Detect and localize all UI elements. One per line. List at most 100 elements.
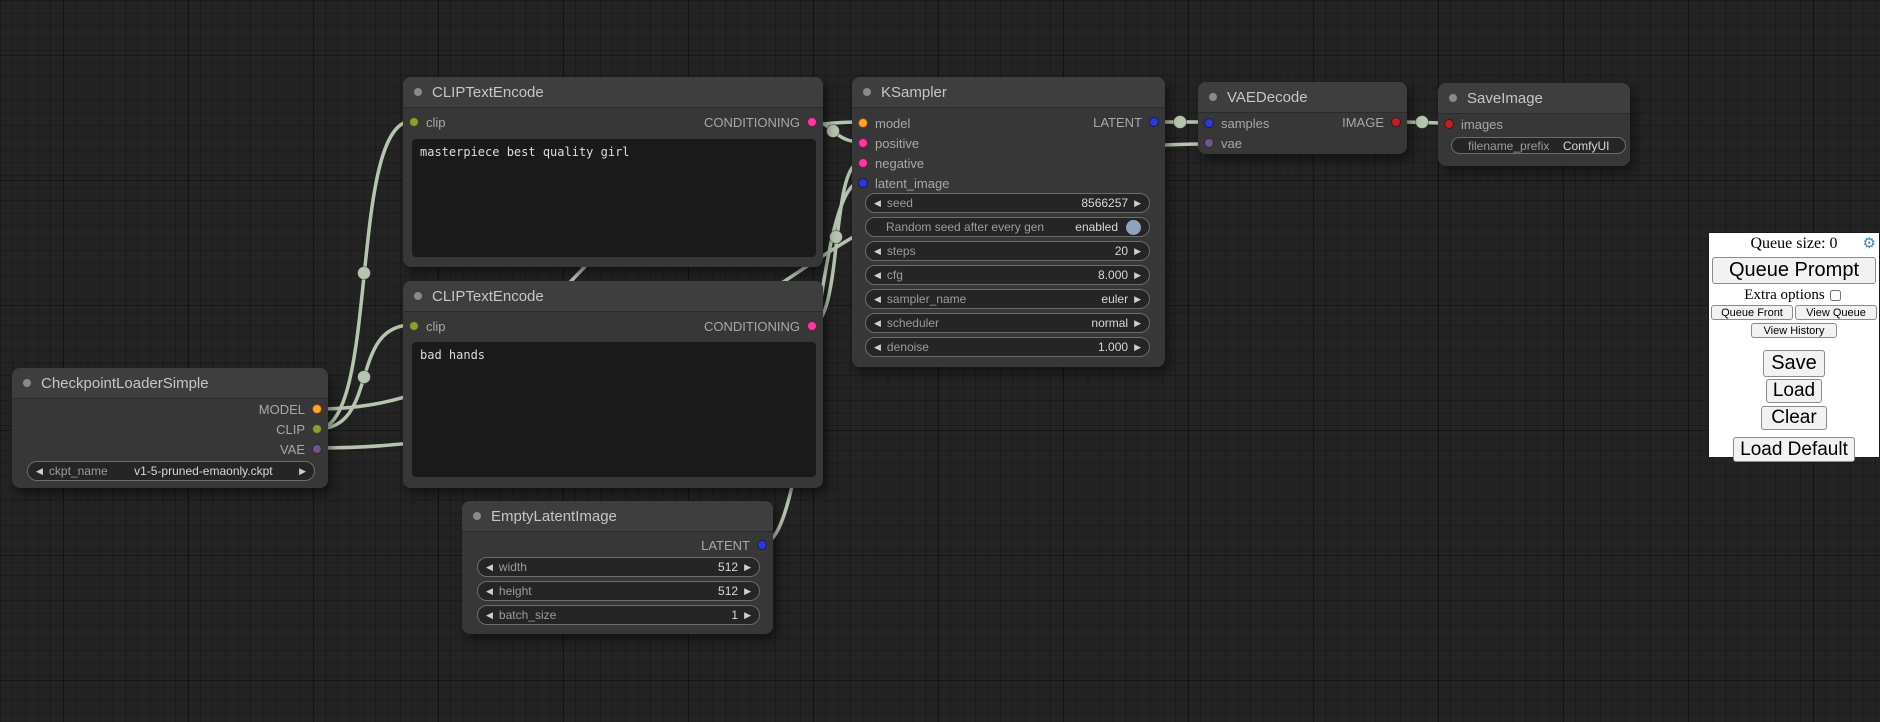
height-widget[interactable]: ◀ height 512 ▶ bbox=[477, 581, 760, 601]
queue-front-button[interactable]: Queue Front bbox=[1711, 305, 1793, 320]
widget-label: Random seed after every gen bbox=[886, 220, 1044, 234]
node-status-icon bbox=[472, 511, 482, 521]
increment-arrow-icon[interactable]: ▶ bbox=[1134, 319, 1141, 328]
node-clip-text-encode-negative[interactable]: CLIPTextEncode clip CONDITIONING bad han… bbox=[403, 281, 823, 488]
widget-value: 8566257 bbox=[1081, 196, 1128, 210]
node-status-icon bbox=[22, 378, 32, 388]
scheduler-widget[interactable]: ◀ scheduler normal ▶ bbox=[865, 313, 1150, 333]
toggle-knob-icon[interactable] bbox=[1126, 220, 1141, 235]
output-slot-latent: LATENT bbox=[1019, 112, 1165, 132]
positive-input-dot[interactable] bbox=[858, 138, 868, 148]
slot-label: IMAGE bbox=[1342, 115, 1384, 130]
decrement-arrow-icon[interactable]: ◀ bbox=[486, 611, 493, 620]
input-slot-latent-image: latent_image bbox=[852, 173, 1165, 193]
decrement-arrow-icon[interactable]: ◀ bbox=[874, 199, 881, 208]
clear-button[interactable]: Clear bbox=[1761, 406, 1827, 430]
negative-prompt-textarea[interactable]: bad hands bbox=[412, 342, 816, 477]
steps-widget[interactable]: ◀ steps 20 ▶ bbox=[865, 241, 1150, 261]
increment-arrow-icon[interactable]: ▶ bbox=[1134, 295, 1141, 304]
node-status-icon bbox=[862, 87, 872, 97]
gear-icon[interactable]: ⚙ bbox=[1863, 234, 1876, 253]
increment-arrow-icon[interactable]: ▶ bbox=[1134, 343, 1141, 352]
vae-output-dot[interactable] bbox=[312, 444, 322, 454]
vae-input-dot[interactable] bbox=[1204, 138, 1214, 148]
negative-input-dot[interactable] bbox=[858, 158, 868, 168]
node-title-bar[interactable]: CLIPTextEncode bbox=[403, 77, 823, 108]
image-output-dot[interactable] bbox=[1391, 117, 1401, 127]
conditioning-output-dot[interactable] bbox=[807, 117, 817, 127]
increment-arrow-icon[interactable]: ▶ bbox=[1134, 247, 1141, 256]
clip-input-dot[interactable] bbox=[409, 117, 419, 127]
queue-prompt-button[interactable]: Queue Prompt bbox=[1712, 257, 1876, 284]
model-input-dot[interactable] bbox=[858, 118, 868, 128]
node-save-image[interactable]: SaveImage images filename_prefix ComfyUI bbox=[1438, 83, 1630, 166]
node-clip-text-encode-positive[interactable]: CLIPTextEncode clip CONDITIONING masterp… bbox=[403, 77, 823, 267]
node-title-bar[interactable]: KSampler bbox=[852, 77, 1165, 108]
samples-input-dot[interactable] bbox=[1204, 118, 1214, 128]
latent-output-dot[interactable] bbox=[757, 540, 767, 550]
node-empty-latent-image[interactable]: EmptyLatentImage LATENT ◀ width 512 ▶ ◀ … bbox=[462, 501, 773, 634]
widget-label: width bbox=[499, 560, 527, 574]
view-history-button[interactable]: View History bbox=[1751, 323, 1837, 338]
view-queue-button[interactable]: View Queue bbox=[1795, 305, 1877, 320]
decrement-arrow-icon[interactable]: ◀ bbox=[874, 343, 881, 352]
node-title-bar[interactable]: CheckpointLoaderSimple bbox=[12, 368, 328, 399]
sampler-name-widget[interactable]: ◀ sampler_name euler ▶ bbox=[865, 289, 1150, 309]
input-slot-positive: positive bbox=[852, 133, 1165, 153]
decrement-arrow-icon[interactable]: ◀ bbox=[36, 467, 43, 476]
node-vae-decode[interactable]: VAEDecode samples vae IMAGE bbox=[1198, 82, 1407, 154]
increment-arrow-icon[interactable]: ▶ bbox=[744, 611, 751, 620]
node-title-bar[interactable]: VAEDecode bbox=[1198, 82, 1407, 113]
latent-image-input-dot[interactable] bbox=[858, 178, 868, 188]
node-status-icon bbox=[413, 87, 423, 97]
widget-value: 20 bbox=[1115, 244, 1128, 258]
clip-output-dot[interactable] bbox=[312, 424, 322, 434]
slot-label: VAE bbox=[280, 442, 305, 457]
node-ksampler[interactable]: KSampler model positive negative latent_… bbox=[852, 77, 1165, 367]
ckpt-name-widget[interactable]: ◀ ckpt_name v1-5-pruned-emaonly.ckpt ▶ bbox=[27, 461, 315, 481]
increment-arrow-icon[interactable]: ▶ bbox=[1134, 271, 1141, 280]
save-button[interactable]: Save bbox=[1763, 350, 1825, 377]
widget-value: normal bbox=[1091, 316, 1128, 330]
random-seed-toggle[interactable]: Random seed after every gen enabled bbox=[865, 217, 1150, 237]
positive-prompt-textarea[interactable]: masterpiece best quality girl bbox=[412, 139, 816, 257]
input-slot-images: images bbox=[1438, 114, 1630, 134]
width-widget[interactable]: ◀ width 512 ▶ bbox=[477, 557, 760, 577]
widget-label: height bbox=[499, 584, 532, 598]
increment-arrow-icon[interactable]: ▶ bbox=[1134, 199, 1141, 208]
widget-label: seed bbox=[887, 196, 913, 210]
increment-arrow-icon[interactable]: ▶ bbox=[744, 587, 751, 596]
slot-label: MODEL bbox=[259, 402, 305, 417]
node-title-bar[interactable]: CLIPTextEncode bbox=[403, 281, 823, 312]
load-button[interactable]: Load bbox=[1766, 379, 1822, 403]
decrement-arrow-icon[interactable]: ◀ bbox=[874, 271, 881, 280]
latent-output-dot[interactable] bbox=[1149, 117, 1159, 127]
denoise-widget[interactable]: ◀ denoise 1.000 ▶ bbox=[865, 337, 1150, 357]
node-checkpoint-loader[interactable]: CheckpointLoaderSimple MODEL CLIP VAE ◀ … bbox=[12, 368, 328, 488]
model-output-dot[interactable] bbox=[312, 404, 322, 414]
node-title-bar[interactable]: SaveImage bbox=[1438, 83, 1630, 114]
filename-prefix-widget[interactable]: filename_prefix ComfyUI bbox=[1451, 137, 1626, 154]
clip-input-dot[interactable] bbox=[409, 321, 419, 331]
link-midpoint-dot bbox=[1416, 116, 1429, 129]
images-input-dot[interactable] bbox=[1444, 119, 1454, 129]
conditioning-output-dot[interactable] bbox=[807, 321, 817, 331]
decrement-arrow-icon[interactable]: ◀ bbox=[486, 587, 493, 596]
seed-widget[interactable]: ◀ seed 8566257 ▶ bbox=[865, 193, 1150, 213]
extra-options-checkbox[interactable] bbox=[1830, 290, 1841, 301]
load-default-button[interactable]: Load Default bbox=[1733, 437, 1855, 462]
slot-label: CONDITIONING bbox=[704, 319, 800, 334]
decrement-arrow-icon[interactable]: ◀ bbox=[874, 247, 881, 256]
widget-value: 8.000 bbox=[1098, 268, 1128, 282]
node-title-bar[interactable]: EmptyLatentImage bbox=[462, 501, 773, 532]
widget-value: 1 bbox=[731, 608, 738, 622]
increment-arrow-icon[interactable]: ▶ bbox=[744, 563, 751, 572]
increment-arrow-icon[interactable]: ▶ bbox=[299, 467, 306, 476]
cfg-widget[interactable]: ◀ cfg 8.000 ▶ bbox=[865, 265, 1150, 285]
decrement-arrow-icon[interactable]: ◀ bbox=[486, 563, 493, 572]
link-midpoint-dot bbox=[358, 267, 371, 280]
batch-size-widget[interactable]: ◀ batch_size 1 ▶ bbox=[477, 605, 760, 625]
decrement-arrow-icon[interactable]: ◀ bbox=[874, 295, 881, 304]
decrement-arrow-icon[interactable]: ◀ bbox=[874, 319, 881, 328]
extra-options-label: Extra options bbox=[1744, 287, 1824, 303]
